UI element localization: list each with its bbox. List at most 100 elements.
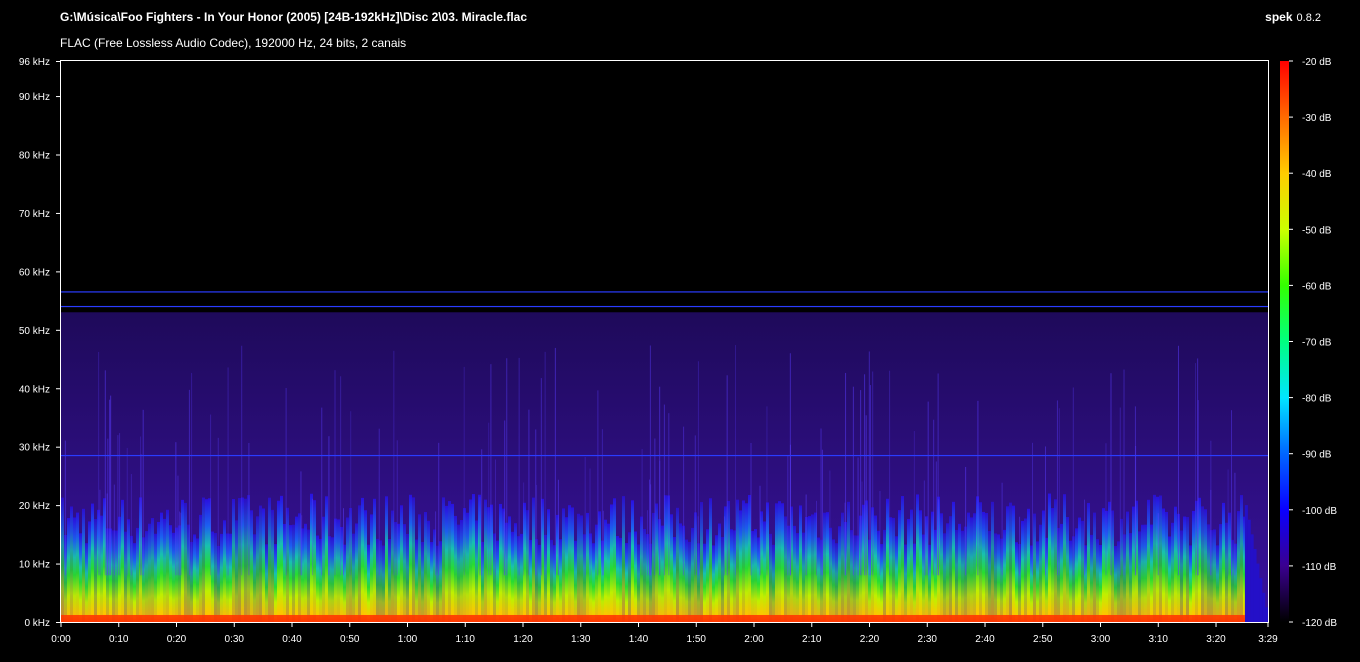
energy-column — [61, 497, 64, 622]
transient-stripe — [872, 371, 874, 576]
energy-column — [910, 509, 913, 622]
transient-stripe — [557, 479, 559, 576]
energy-column — [955, 529, 958, 622]
energy-column — [214, 532, 217, 622]
x-tick-label: 2:20 — [860, 634, 880, 645]
energy-column — [709, 498, 712, 622]
transient-stripe — [1056, 400, 1058, 576]
energy-column — [781, 503, 784, 622]
energy-column — [991, 501, 994, 622]
energy-column — [559, 539, 562, 622]
transient-stripe — [879, 490, 881, 576]
energy-column — [706, 529, 709, 622]
energy-column — [355, 523, 358, 622]
energy-column — [823, 512, 826, 622]
transient-stripe — [1019, 516, 1021, 576]
energy-column — [802, 532, 805, 622]
energy-column — [973, 513, 976, 622]
energy-column — [322, 516, 325, 622]
transient-stripe — [937, 373, 939, 576]
energy-column — [430, 542, 433, 622]
transient-stripe — [734, 345, 736, 576]
energy-column — [454, 515, 457, 622]
energy-column — [997, 534, 1000, 622]
energy-column — [1159, 495, 1162, 622]
energy-column — [421, 541, 424, 622]
energy-column — [151, 518, 154, 622]
transient-stripe — [659, 460, 661, 576]
energy-column — [958, 523, 961, 622]
energy-column — [211, 531, 214, 622]
energy-column — [169, 525, 172, 622]
energy-column — [772, 544, 775, 622]
scale-tick-label: -80 dB — [1302, 394, 1332, 405]
energy-column — [304, 523, 307, 622]
transient-stripe — [435, 511, 437, 576]
transient-stripe — [845, 372, 847, 576]
energy-column — [499, 503, 502, 622]
energy-column — [985, 512, 988, 622]
transient-stripe — [98, 351, 100, 576]
energy-column — [283, 523, 286, 622]
energy-column — [1063, 494, 1066, 622]
fade-out-column — [1256, 563, 1260, 622]
energy-column — [1003, 529, 1006, 622]
energy-column — [445, 505, 448, 622]
transient-stripe — [334, 370, 336, 576]
energy-column — [1201, 506, 1204, 622]
energy-column — [1237, 511, 1240, 622]
energy-column — [265, 544, 268, 622]
energy-column — [895, 536, 898, 622]
energy-column — [91, 503, 94, 622]
energy-column — [1126, 511, 1129, 622]
energy-column — [1075, 528, 1078, 622]
transient-stripe — [248, 443, 250, 576]
energy-column — [457, 524, 460, 622]
energy-column — [166, 509, 169, 622]
energy-column — [1090, 534, 1093, 622]
energy-column — [250, 510, 253, 622]
energy-column — [919, 510, 922, 622]
energy-column — [262, 508, 265, 622]
energy-column — [904, 544, 907, 622]
transient-stripe — [1058, 408, 1060, 576]
transient-stripe — [179, 511, 181, 576]
transient-stripe — [544, 351, 546, 576]
energy-column — [256, 516, 259, 622]
energy-column — [613, 498, 616, 622]
energy-column — [229, 533, 232, 622]
energy-column — [715, 535, 718, 622]
energy-column — [136, 527, 139, 622]
fade-out-column — [1259, 578, 1263, 622]
transient-stripe — [396, 440, 398, 576]
energy-column — [148, 523, 151, 622]
energy-column — [268, 497, 271, 622]
energy-column — [367, 544, 370, 622]
energy-column — [1141, 524, 1144, 622]
energy-column — [1144, 524, 1147, 622]
energy-column — [670, 514, 673, 622]
energy-column — [799, 505, 802, 622]
y-tick-label: 50 kHz — [19, 326, 50, 337]
transient-stripe — [1110, 373, 1112, 576]
energy-column — [550, 539, 553, 622]
energy-column — [718, 523, 721, 622]
transient-stripe — [495, 459, 497, 576]
energy-column — [199, 514, 202, 622]
energy-column — [412, 497, 415, 622]
energy-column — [604, 519, 607, 622]
energy-column — [100, 515, 103, 622]
energy-column — [406, 533, 409, 622]
energy-column — [337, 519, 340, 622]
energy-column — [1009, 502, 1012, 622]
transient-stripe — [726, 375, 728, 576]
x-tick-label: 0:50 — [340, 634, 360, 645]
energy-column — [163, 518, 166, 622]
scale-tick-label: -50 dB — [1302, 225, 1332, 236]
energy-column — [940, 513, 943, 622]
energy-column — [70, 506, 73, 622]
transient-stripe — [857, 457, 859, 576]
transient-stripe — [554, 347, 556, 576]
transient-stripe — [119, 433, 121, 576]
transient-stripe — [1045, 446, 1047, 576]
